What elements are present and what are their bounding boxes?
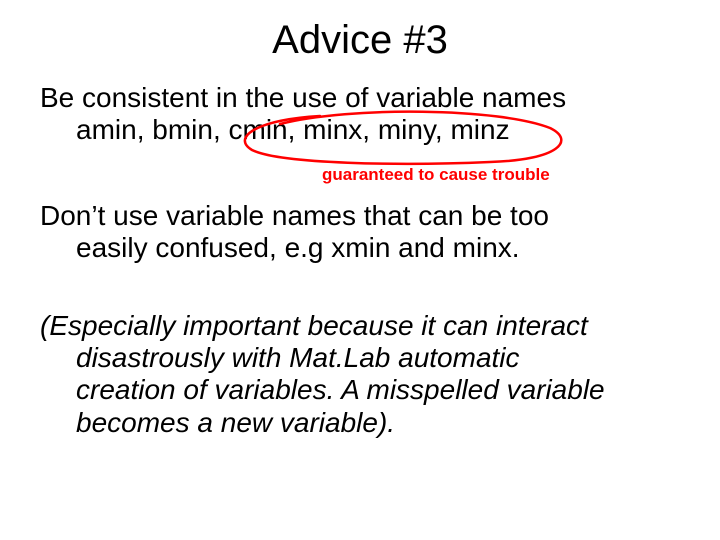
paragraph-1: Be consistent in the use of variable nam… — [40, 82, 680, 146]
slide: Advice #3 Be consistent in the use of va… — [0, 0, 720, 540]
p1-line2: amin, bmin, cmin, minx, miny, minz — [40, 114, 680, 146]
p3-line4: becomes a new variable). — [40, 407, 680, 439]
slide-title: Advice #3 — [0, 18, 720, 63]
p3-line1: (Especially important because it can int… — [40, 310, 588, 341]
p2-line2: easily confused, e.g xmin and minx. — [40, 232, 680, 264]
red-annotation: guaranteed to cause trouble — [322, 165, 550, 185]
p2-line1: Don’t use variable names that can be too — [40, 200, 549, 231]
paragraph-2: Don’t use variable names that can be too… — [40, 200, 680, 264]
p3-line2: disastrously with Mat.Lab automatic — [40, 342, 680, 374]
p1-line1: Be consistent in the use of variable nam… — [40, 82, 680, 114]
p3-line3: creation of variables. A misspelled vari… — [40, 374, 680, 406]
paragraph-3: (Especially important because it can int… — [40, 310, 680, 439]
